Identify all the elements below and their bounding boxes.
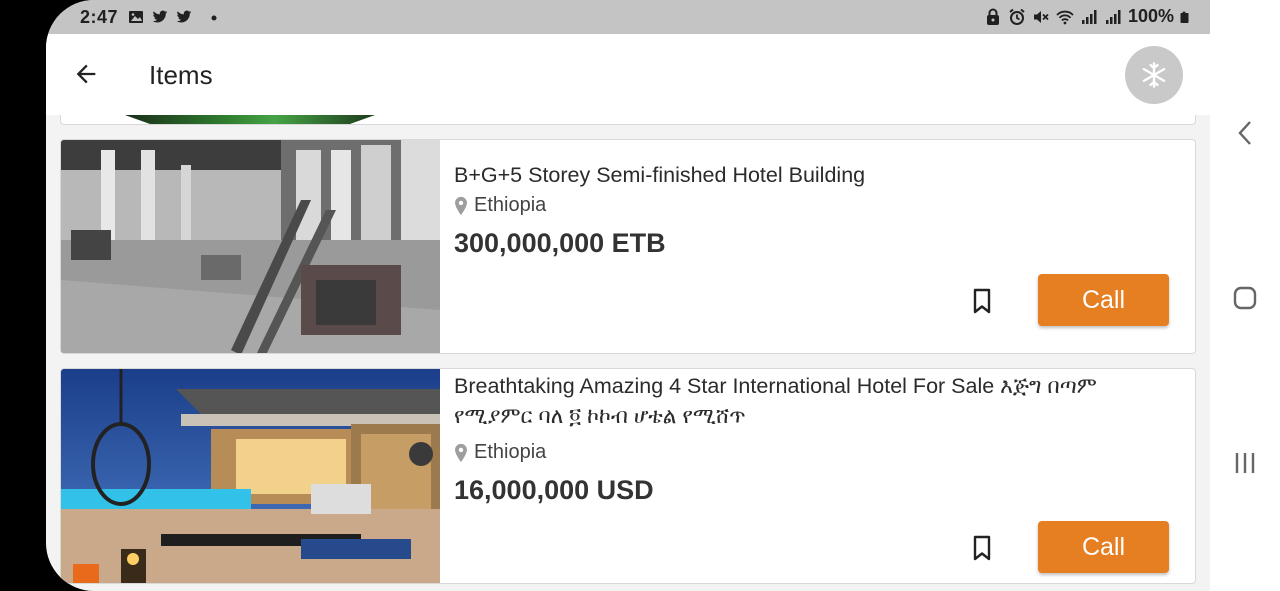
page-title: Items (149, 60, 213, 90)
home-icon (1233, 286, 1257, 310)
item-image (61, 369, 440, 583)
signal-icon (1081, 9, 1097, 24)
nav-recents-button[interactable] (1230, 448, 1260, 478)
status-icons: 100% (984, 6, 1192, 27)
bookmark-button[interactable] (967, 533, 997, 563)
battery-percent: 100% (1127, 6, 1174, 26)
alarm-icon (1009, 8, 1025, 25)
snowflake-button[interactable] (1125, 46, 1183, 104)
mute-icon (1033, 10, 1049, 23)
arrow-left-icon (76, 64, 96, 84)
image-icon (129, 11, 143, 23)
item-location-label: Ethiopia (474, 441, 547, 463)
item-price: 16,000,000 USD (454, 475, 654, 505)
location-pin-icon (455, 443, 467, 462)
bookmark-icon (973, 288, 991, 314)
wifi-icon (1056, 10, 1074, 24)
nav-home-button[interactable] (1230, 283, 1260, 313)
bookmark-button[interactable] (967, 286, 997, 316)
twitter-icon (152, 10, 168, 23)
nav-back-button[interactable] (1230, 118, 1260, 148)
back-chevron-icon (1238, 121, 1251, 145)
dot-icon (211, 15, 217, 21)
device-frame: 2:47 100% Items B+G+5 Storey Semi-finish… (0, 0, 1280, 591)
location-pin-icon (455, 196, 467, 215)
item-price: 300,000,000 ETB (454, 228, 666, 258)
snowflake-icon (1142, 62, 1166, 88)
twitter-icon (176, 10, 192, 23)
item-title[interactable]: Breathtaking Amazing 4 Star Internationa… (454, 371, 1174, 431)
signal-icon (1105, 9, 1121, 24)
app-bar: Items (46, 34, 1210, 115)
items-list[interactable]: B+G+5 Storey Semi-finished Hotel Buildin… (46, 115, 1210, 591)
item-title[interactable]: B+G+5 Storey Semi-finished Hotel Buildin… (454, 160, 1174, 190)
status-time: 2:47 (80, 7, 119, 27)
app-screen: 2:47 100% Items B+G+5 Storey Semi-finish… (46, 0, 1210, 591)
call-button[interactable]: Call (1038, 521, 1169, 573)
call-button[interactable]: Call (1038, 274, 1169, 326)
lock-icon (986, 8, 999, 25)
bookmark-icon (973, 535, 991, 561)
list-item-partial[interactable] (60, 115, 1196, 125)
battery-icon (1180, 11, 1189, 23)
status-bar: 2:47 100% (46, 0, 1210, 34)
item-location-label: Ethiopia (474, 194, 547, 216)
list-item[interactable]: B+G+5 Storey Semi-finished Hotel Buildin… (60, 139, 1196, 354)
item-image (61, 140, 440, 353)
item-image (125, 115, 375, 124)
item-location: Ethiopia (450, 441, 546, 464)
back-button[interactable] (68, 56, 104, 92)
system-nav-bar (1210, 0, 1280, 591)
recents-icon (1235, 453, 1255, 473)
list-item[interactable]: Breathtaking Amazing 4 Star Internationa… (60, 368, 1196, 584)
item-location: Ethiopia (450, 194, 546, 217)
